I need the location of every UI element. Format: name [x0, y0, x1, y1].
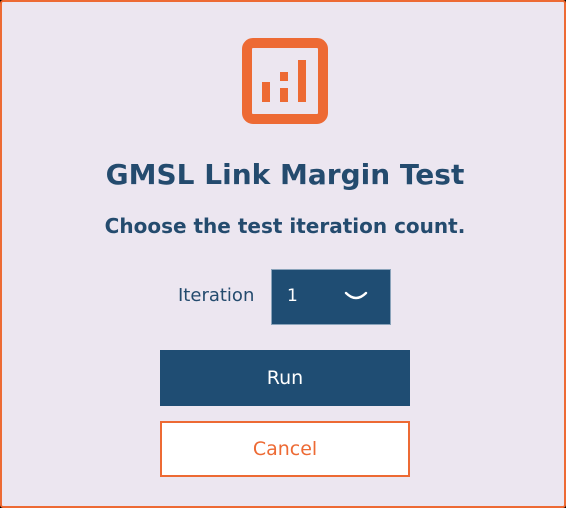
test-dialog: GMSL Link Margin Test Choose the test it…: [0, 0, 566, 508]
run-button[interactable]: Run: [160, 350, 410, 406]
iteration-value: 1: [287, 286, 298, 306]
iteration-label: Iteration: [178, 285, 255, 306]
iteration-select[interactable]: 1: [271, 269, 391, 325]
chevron-down-icon: [344, 291, 368, 300]
dialog-title: GMSL Link Margin Test: [105, 158, 465, 191]
bar-chart-icon: [242, 38, 328, 124]
dialog-subtitle: Choose the test iteration count.: [104, 214, 466, 238]
cancel-button[interactable]: Cancel: [160, 421, 410, 477]
